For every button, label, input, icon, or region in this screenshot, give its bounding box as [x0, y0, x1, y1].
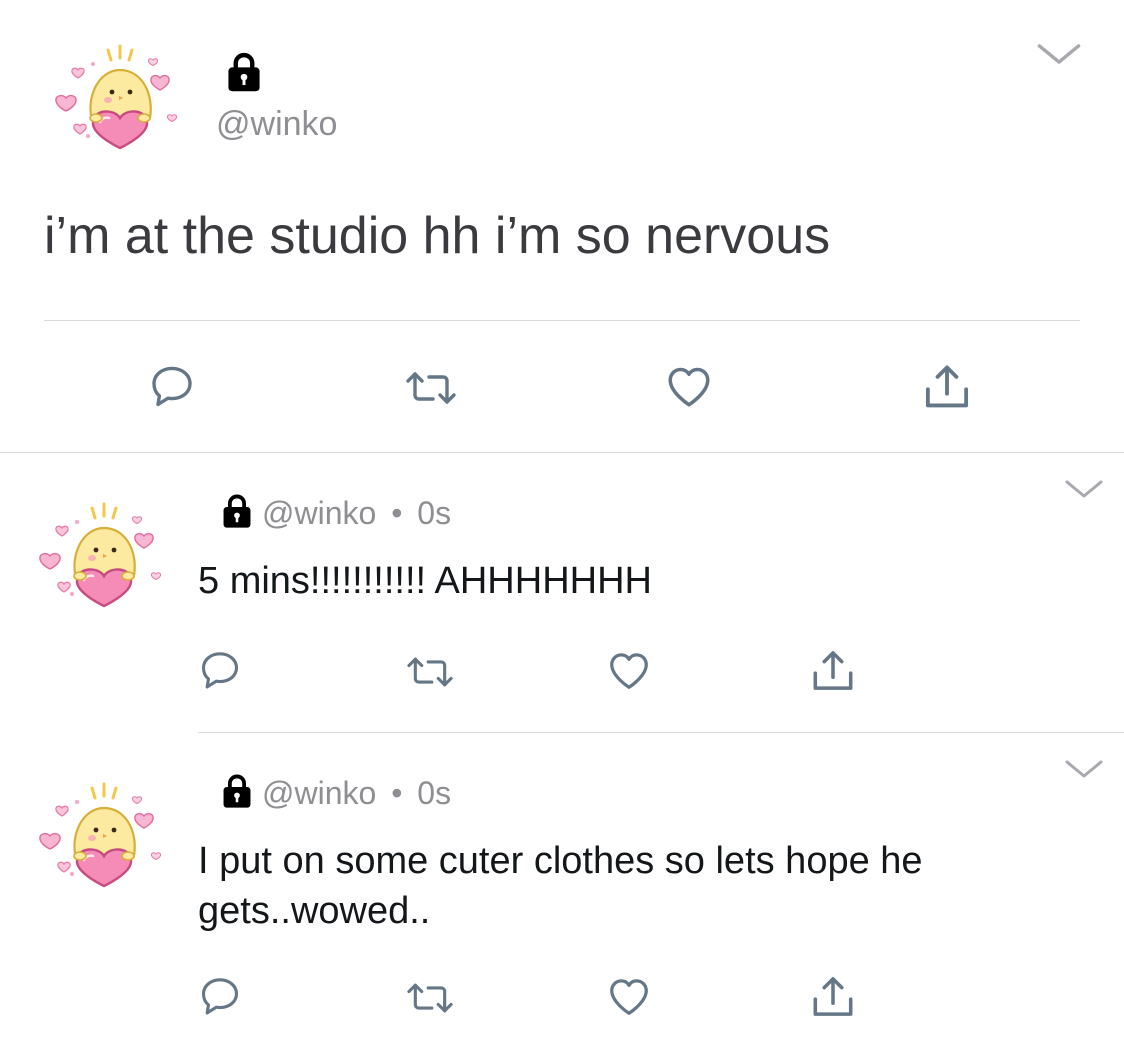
retweet-icon[interactable]	[404, 650, 456, 694]
heart-icon[interactable]	[606, 648, 652, 694]
share-icon[interactable]	[920, 360, 974, 414]
chevron-down-icon[interactable]	[1064, 758, 1104, 780]
meta-separator: •	[391, 495, 403, 531]
speech-bubble-icon[interactable]	[198, 974, 242, 1018]
retweet-icon[interactable]	[404, 976, 456, 1020]
speech-bubble-icon[interactable]	[198, 648, 242, 692]
speech-bubble-icon[interactable]	[148, 362, 196, 410]
divider	[198, 732, 1124, 733]
heart-icon[interactable]	[664, 362, 714, 412]
reply-text: 5 mins!!!!!!!!!!! AHHHHHHH	[198, 560, 652, 602]
avatar[interactable]	[32, 498, 172, 608]
reply-meta: @winko • 0s	[262, 494, 451, 532]
divider	[0, 452, 1124, 453]
share-icon[interactable]	[808, 646, 858, 696]
reply-time: 0s	[417, 775, 452, 811]
reply-handle[interactable]: @winko	[262, 495, 376, 531]
lock-icon	[222, 50, 266, 94]
share-icon[interactable]	[808, 972, 858, 1022]
reply-meta: @winko • 0s	[262, 774, 451, 812]
avatar[interactable]	[48, 40, 188, 150]
reply-time: 0s	[417, 495, 452, 531]
tweet-text: i’m at the studio hh i’m so nervous	[44, 207, 831, 265]
lock-icon	[218, 772, 256, 810]
reply-text: I put on some cuter clothes so lets hope…	[198, 840, 923, 932]
meta-separator: •	[391, 775, 403, 811]
heart-icon[interactable]	[606, 974, 652, 1020]
lock-icon	[218, 492, 256, 530]
chevron-down-icon[interactable]	[1036, 40, 1082, 68]
reply-handle[interactable]: @winko	[262, 775, 376, 811]
divider	[44, 320, 1080, 321]
tweet-handle[interactable]: @winko	[216, 104, 337, 144]
retweet-icon[interactable]	[402, 364, 460, 412]
avatar[interactable]	[32, 778, 172, 888]
chevron-down-icon[interactable]	[1064, 478, 1104, 500]
